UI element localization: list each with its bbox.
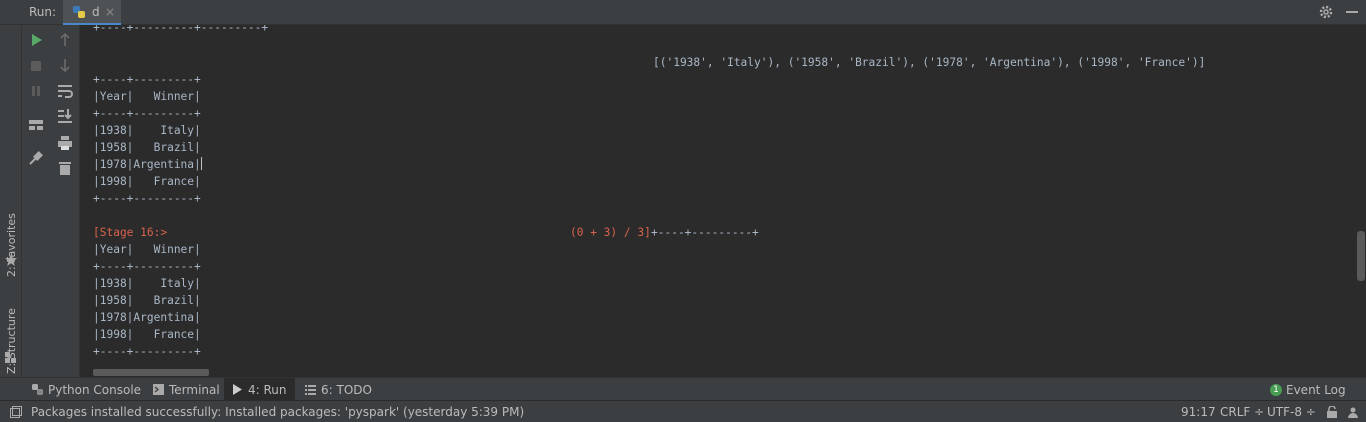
console-line: +----+---------+	[651, 226, 759, 239]
tool-window-bar: Python Console Terminal 4: Run 6: TODO 1…	[0, 377, 1366, 401]
vertical-scrollbar-track[interactable]	[1356, 25, 1366, 377]
console-line: +----+---------+	[93, 345, 201, 358]
tab-python-console[interactable]: Python Console	[28, 378, 145, 401]
soft-wrap-icon[interactable]	[56, 82, 74, 100]
run-toolbar	[22, 25, 80, 377]
console-line: +----+---------+	[93, 73, 201, 86]
tab-event-log-label: Event Log	[1286, 382, 1346, 397]
status-message[interactable]: Packages installed successfully: Install…	[31, 405, 524, 419]
console-line: |1958| Brazil|	[93, 294, 201, 307]
layout-icon[interactable]	[27, 116, 45, 134]
run-icon	[233, 384, 242, 395]
console-line: +----+---------+---------+	[93, 25, 269, 34]
console-line-text: |1978|Argentina|	[93, 158, 201, 171]
console-line: [('1938', 'Italy'), ('1958', 'Brazil'), …	[653, 56, 1206, 69]
inspector-icon[interactable]	[1347, 406, 1359, 418]
pin-icon[interactable]	[27, 149, 45, 167]
text-caret	[200, 157, 202, 170]
console-line: +----+---------+	[93, 192, 201, 205]
console-line: +----+---------+	[93, 260, 201, 273]
star-icon	[5, 254, 17, 266]
console-line: |1978|Argentina|	[93, 156, 202, 173]
print-icon[interactable]	[56, 134, 74, 152]
tab-run[interactable]: 4: Run	[224, 378, 295, 401]
console-line: |Year| Winner|	[93, 90, 201, 103]
tool-windows-icon[interactable]	[10, 406, 22, 418]
lock-icon[interactable]	[1326, 406, 1338, 418]
structure-tool-button[interactable]: Z: Structure	[5, 308, 18, 374]
tab-terminal-label: Terminal	[169, 382, 220, 397]
structure-icon	[5, 352, 16, 363]
stage-progress-count: (0 + 3) / 3]	[570, 226, 651, 239]
console-line: |1998| France|	[93, 328, 201, 341]
console-line: +----+---------+	[93, 107, 201, 120]
vertical-scrollbar-thumb[interactable]	[1357, 231, 1365, 281]
minimize-icon[interactable]	[1346, 11, 1358, 13]
console-line: |1958| Brazil|	[93, 141, 201, 154]
tab-todo[interactable]: 6: TODO	[301, 378, 376, 401]
trash-icon[interactable]	[56, 159, 74, 177]
pause-icon[interactable]	[27, 82, 45, 100]
run-tab-title: d	[92, 5, 100, 19]
scroll-to-end-icon[interactable]	[56, 107, 74, 125]
tab-terminal[interactable]: Terminal	[149, 378, 224, 401]
console-line: |1938| Italy|	[93, 124, 201, 137]
todo-list-icon	[305, 385, 316, 395]
event-count-badge: 1	[1270, 383, 1282, 396]
close-tab-icon[interactable]: ×	[105, 5, 115, 19]
terminal-icon	[153, 384, 164, 395]
run-tab-d[interactable]: d ×	[63, 0, 121, 25]
gear-icon[interactable]	[1318, 4, 1334, 20]
stop-icon[interactable]	[27, 57, 45, 75]
python-console-icon	[32, 384, 43, 395]
run-label: Run:	[29, 5, 57, 19]
caret-position[interactable]: 91:17	[1181, 405, 1216, 419]
tab-event-log[interactable]: 1 Event Log	[1266, 378, 1350, 401]
up-arrow-icon[interactable]	[56, 31, 74, 49]
run-icon[interactable]	[27, 31, 45, 49]
console-line: |1978|Argentina|	[93, 311, 201, 324]
python-file-icon	[73, 6, 85, 18]
status-bar: Packages installed successfully: Install…	[0, 400, 1366, 422]
console-line: |1998| France|	[93, 175, 201, 188]
stage-progress-label: [Stage 16:>	[93, 226, 168, 239]
tab-run-label: 4: Run	[248, 382, 287, 397]
favorites-tool-button[interactable]: 2: Favorites	[5, 213, 18, 277]
horizontal-scrollbar[interactable]	[93, 369, 209, 376]
run-tool-window-header: Run: d ×	[0, 0, 1366, 25]
console-line: |1938| Italy|	[93, 277, 201, 290]
console-line: |Year| Winner|	[93, 243, 201, 256]
down-arrow-icon[interactable]	[56, 56, 74, 74]
tab-todo-label: 6: TODO	[321, 382, 372, 397]
left-tool-stripe: 2: Favorites Z: Structure	[0, 25, 22, 377]
line-separator[interactable]: CRLF ÷	[1220, 405, 1264, 419]
file-encoding[interactable]: UTF-8 ÷	[1267, 405, 1316, 419]
tab-python-console-label: Python Console	[48, 382, 142, 397]
console-output[interactable]: +----+---------+---------+ [('1938', 'It…	[80, 25, 1356, 377]
